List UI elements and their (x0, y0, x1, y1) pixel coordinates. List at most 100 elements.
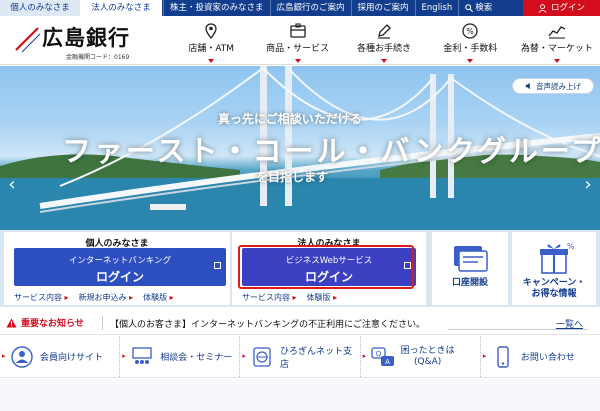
nav-label: 金利・手数料 (443, 44, 498, 54)
voice-readout-label: 音声読み上げ (536, 81, 581, 91)
chevron-left-icon: ‹ (8, 173, 16, 195)
arrow-icon: ▸ (122, 352, 126, 360)
hero-title: ファースト・コール・バンクグループ (62, 134, 600, 168)
pen-icon (374, 22, 394, 40)
arrow-icon: ▸ (290, 293, 297, 302)
important-notice-bar: 重要なお知らせ 【個人のお客さま】インターネットバンキングの不正利用にご注意くだ… (0, 311, 600, 335)
bankbook-icon (450, 240, 490, 276)
site-header: 広島銀行 金融機関コード：0169 店舗・ATM 商品・サービス 各種お手続き … (0, 16, 600, 65)
campaign-label: キャンペーン・ お得な情報 (523, 278, 586, 300)
account-opening-tile[interactable]: 口座開設 (432, 232, 508, 305)
gift-icon: % (534, 240, 574, 276)
carousel-next-button[interactable]: › (580, 172, 596, 196)
nav-label: 商品・サービス (266, 44, 330, 54)
qa-icon: QA (370, 345, 395, 369)
personal-login-card: 個人のみなさま インターネットバンキング ログイン サービス内容 ▸ 新規お申込… (4, 232, 230, 305)
quick-label: お問い合わせ (520, 353, 575, 363)
quick-seminars[interactable]: ▸ 相談会・セミナー (120, 336, 241, 377)
account-opening-label: 口座開設 (451, 278, 488, 288)
personal-login-button[interactable]: インターネットバンキング ログイン (14, 248, 226, 286)
nav-fx-market[interactable]: 為替・マーケット (514, 16, 600, 65)
search-label: 検索 (475, 3, 493, 13)
divider (102, 316, 103, 330)
chevron-down-icon (467, 59, 474, 63)
nav-procedures[interactable]: 各種お手続き (341, 16, 427, 65)
quick-online-branch[interactable]: ▸ ひろぎんネット支店 (240, 336, 361, 377)
top-navigation-bar: 個人のみなさま 法人のみなさま 株主・投資家のみなさま 広島銀行のご案内 採用の… (0, 0, 600, 16)
institution-code: 金融機関コード：0169 (66, 54, 130, 61)
personal-login-label: ログイン (95, 270, 144, 284)
chevron-down-icon (208, 59, 215, 63)
link-english[interactable]: English (414, 0, 459, 16)
logo-text: 広島銀行 (42, 25, 130, 50)
quick-label: 困ったときは (Q&A) (400, 345, 455, 367)
tab-personal[interactable]: 個人のみなさま (0, 0, 80, 16)
link-trial-version[interactable]: 体験版 ▸ (143, 292, 174, 303)
quick-contact[interactable]: ▸ お問い合わせ (481, 336, 600, 377)
page-footer-area (0, 379, 600, 411)
login-top-button[interactable]: ログイン (523, 0, 600, 16)
svg-text:A: A (385, 358, 390, 366)
chevron-down-icon (294, 59, 301, 63)
link-service-details[interactable]: サービス内容 ▸ (242, 292, 297, 303)
quick-sublabel: (Q&A) (413, 356, 442, 367)
personal-sublinks: サービス内容 ▸ 新規お申込み ▸ 体験版 ▸ (14, 292, 174, 303)
link-new-application[interactable]: 新規お申込み ▸ (79, 292, 134, 303)
carousel-prev-button[interactable]: ‹ (4, 172, 20, 196)
arrow-icon: ▸ (362, 352, 367, 360)
campaign-label-line1: キャンペーン・ (522, 278, 586, 288)
percent-icon: % (460, 22, 480, 40)
chevron-down-icon (553, 59, 560, 63)
arrow-icon: ▸ (126, 293, 134, 302)
external-window-icon (214, 262, 221, 269)
seminar-icon (130, 345, 154, 369)
personal-login-service: インターネットバンキング (68, 256, 172, 266)
arrow-icon: ▸ (482, 352, 487, 360)
nav-label: 為替・マーケット (520, 44, 593, 54)
hero-tagline: を目指します (256, 170, 329, 184)
nav-label: 店舗・ATM (188, 44, 235, 54)
notice-list-link[interactable]: 一覧へ (556, 317, 583, 330)
svg-text:Q: Q (375, 350, 381, 358)
campaign-label-line2: お得な情報 (531, 289, 577, 299)
tab-corporate[interactable]: 法人のみなさま (80, 0, 163, 16)
focus-highlight-outline (238, 245, 414, 289)
map-pin-icon (201, 22, 221, 40)
nav-label: 各種お手続き (357, 44, 412, 54)
link-service-details[interactable]: サービス内容 ▸ (14, 292, 69, 303)
link-investors[interactable]: 株主・投資家のみなさま (163, 0, 270, 16)
notice-message-link[interactable]: 【個人のお客さま】インターネットバンキングの不正利用にご注意ください。 (110, 317, 425, 330)
nav-rates-fees[interactable]: % 金利・手数料 (427, 16, 513, 65)
important-notice-label: 重要なお知らせ (21, 319, 84, 329)
chart-icon (547, 22, 567, 40)
bank-logo[interactable]: 広島銀行 金融機関コード：0169 (12, 22, 132, 62)
search-button[interactable]: 検索 (458, 0, 498, 16)
quick-label: 相談会・セミナー (160, 353, 233, 363)
nav-products-services[interactable]: 商品・サービス (254, 16, 340, 65)
important-notice-label-group: 重要なお知らせ (6, 316, 84, 329)
quick-links: ▸ 会員向けサイト ▸ 相談会・セミナー ▸ ひろぎんネット支店 ▸ QA 困っ… (0, 336, 600, 378)
quick-label: ひろぎんネット支店 (279, 346, 352, 370)
login-top-label: ログイン (550, 3, 585, 13)
user-icon (538, 3, 547, 13)
search-icon (465, 4, 474, 12)
arrow-icon: ▸ (330, 293, 338, 302)
svg-text:%: % (567, 242, 574, 251)
link-recruit[interactable]: 採用のご案内 (350, 0, 415, 16)
hero-banner[interactable]: 音声読み上げ 真っ先にご相談いただける ファースト・コール・バンクグループ を目… (0, 66, 600, 230)
nav-branch-atm[interactable]: 店舗・ATM (168, 16, 254, 65)
chevron-right-icon: › (584, 173, 592, 195)
link-about-bank[interactable]: 広島銀行のご案内 (269, 0, 351, 16)
member-icon (10, 345, 34, 369)
quick-faq[interactable]: ▸ QA 困ったときは (Q&A) (361, 336, 481, 377)
quick-member-site[interactable]: ▸ 会員向けサイト (0, 336, 121, 377)
chevron-down-icon (381, 59, 388, 63)
logo-mark-icon (15, 27, 41, 53)
campaign-tile[interactable]: % キャンペーン・ お得な情報 (512, 232, 596, 305)
voice-readout-button[interactable]: 音声読み上げ (512, 78, 594, 94)
arrow-icon: ▸ (242, 352, 246, 360)
hero-subtitle: 真っ先にご相談いただける (218, 112, 362, 126)
link-trial-version[interactable]: 体験版 ▸ (307, 292, 338, 303)
globe-icon (250, 345, 274, 369)
warning-icon (6, 317, 17, 328)
